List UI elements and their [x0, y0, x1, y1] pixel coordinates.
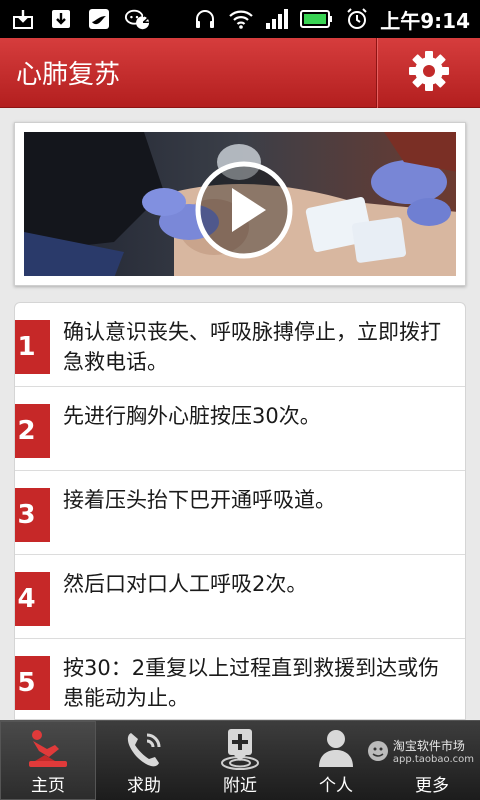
bird-app-icon	[86, 7, 112, 31]
watermark-main: 淘宝软件市场	[392, 739, 465, 753]
settings-button[interactable]	[376, 37, 480, 108]
alarm-icon	[344, 7, 370, 31]
tab-label: 主页	[31, 776, 65, 796]
bottom-nav: 主页 求助 附近 个人 更多 淘宝软件市场 app.taobao.com	[0, 720, 480, 800]
list-item[interactable]: 4 然后口对口人工呼吸2次。	[15, 555, 465, 639]
step-text: 按30：2重复以上过程直到救援到达或伤患能动为止。	[63, 656, 440, 710]
headphones-icon	[192, 7, 218, 31]
step-number: 1	[17, 332, 36, 362]
signal-icon	[264, 7, 290, 31]
tab-label: 求助	[127, 776, 161, 796]
list-item[interactable]: 3 接着压头抬下巴开通呼吸道。	[15, 471, 465, 555]
step-text: 然后口对口人工呼吸2次。	[63, 572, 308, 596]
tab-nearby[interactable]: 附近	[192, 721, 288, 800]
cpr-person-icon	[29, 730, 67, 767]
list-item[interactable]: 2 先进行胸外心脏按压30次。	[15, 387, 465, 471]
chat-icon: 2	[124, 7, 150, 31]
watermark-sub: app.taobao.com	[392, 754, 474, 765]
step-number: 4	[17, 584, 36, 614]
app-header: 心肺复苏	[0, 37, 480, 108]
step-text: 接着压头抬下巴开通呼吸道。	[63, 488, 336, 512]
tab-label: 个人	[319, 776, 353, 796]
gear-icon	[407, 49, 451, 97]
store-watermark: 淘宝软件市场 app.taobao.com	[367, 737, 474, 765]
step-number: 3	[17, 500, 36, 530]
status-bar: 2 上午9:14	[0, 0, 480, 38]
list-item[interactable]: 1 确认意识丧失、呼吸脉搏停止，立即拨打急救电话。	[15, 303, 465, 387]
taobao-logo-icon	[367, 741, 388, 761]
download-icon	[48, 7, 74, 31]
tab-label: 更多	[415, 776, 449, 796]
step-text: 先进行胸外心脏按压30次。	[63, 404, 321, 428]
play-icon[interactable]	[194, 160, 294, 260]
step-text: 确认意识丧失、呼吸脉搏停止，立即拨打急救电话。	[63, 320, 441, 374]
person-icon	[319, 730, 353, 767]
wifi-icon	[228, 7, 254, 31]
phone-icon	[127, 733, 161, 767]
location-plus-icon	[221, 729, 259, 770]
cpr-video-thumbnail[interactable]	[24, 132, 456, 276]
page-title: 心肺复苏	[16, 60, 121, 90]
step-number: 2	[17, 416, 36, 446]
tab-help[interactable]: 求助	[96, 721, 192, 800]
step-number: 5	[17, 668, 36, 698]
battery-icon	[300, 7, 334, 31]
clock-time: 上午9:14	[380, 8, 470, 33]
download-box-icon	[10, 7, 36, 31]
video-card	[14, 122, 466, 286]
cpr-steps-list: 1 确认意识丧失、呼吸脉搏停止，立即拨打急救电话。 2 先进行胸外心脏按压30次…	[14, 302, 466, 720]
tab-label: 附近	[223, 776, 257, 796]
list-item[interactable]: 5 按30：2重复以上过程直到救援到达或伤患能动为止。	[15, 639, 465, 719]
notification-badge: 2	[142, 13, 150, 26]
tab-home[interactable]: 主页	[0, 721, 96, 800]
